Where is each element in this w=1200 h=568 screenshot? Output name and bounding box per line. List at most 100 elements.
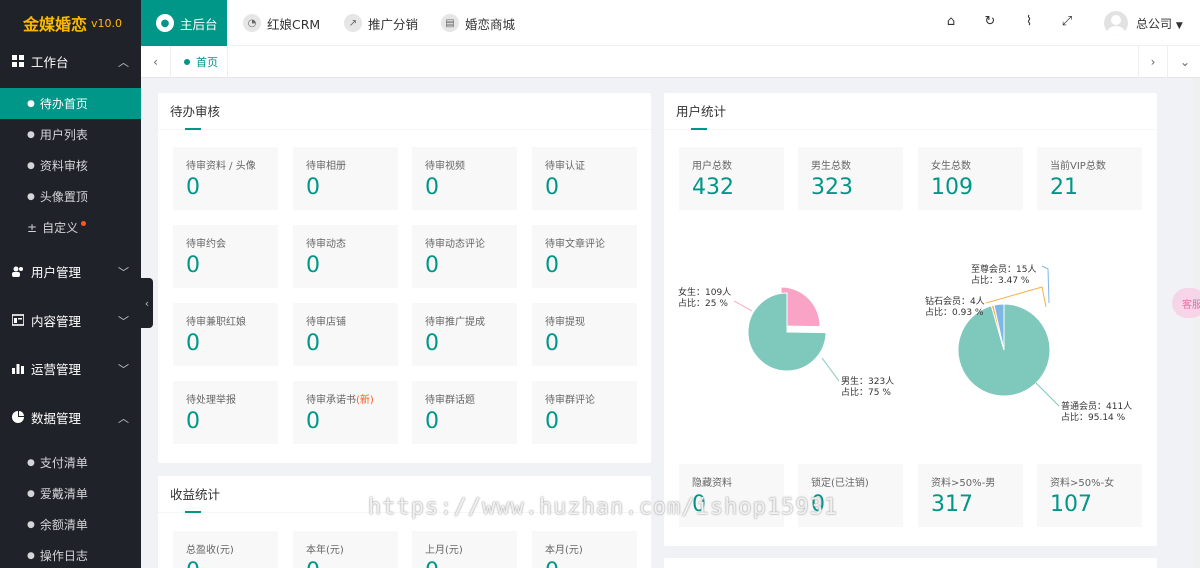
stat-label: 待审动态评论	[425, 235, 485, 250]
stat-tile[interactable]: 隐藏资料 0	[679, 464, 784, 527]
menu-group-workbench[interactable]: 工作台 ︿	[0, 46, 141, 76]
menu-group-user-management[interactable]: 用户管理 ﹀	[0, 256, 141, 286]
stat-value: 0	[186, 175, 200, 200]
stat-label-text: 待审视频	[425, 161, 465, 172]
card-title: 用户统计	[664, 93, 1157, 130]
stat-label: 待审提现	[545, 313, 585, 328]
sidebar-item-custom[interactable]: ± 自定义	[0, 212, 141, 243]
stat-tile[interactable]: 总盈收(元) 0	[173, 531, 278, 568]
bullet-icon: ●	[27, 191, 35, 202]
stat-tile[interactable]: 待审约会 0	[173, 225, 278, 288]
stat-tile[interactable]: 资料>50%-女 107	[1037, 464, 1142, 527]
stat-tile[interactable]: 待审店铺 0	[293, 303, 398, 366]
stat-tile[interactable]: 当前VIP总数 21	[1037, 147, 1142, 210]
user-menu[interactable]: 总公司 ▼	[1136, 15, 1183, 32]
stat-label-text: 待审认证	[545, 161, 585, 172]
stat-label: 锁定(已注销)	[811, 474, 869, 489]
stat-tile[interactable]: 待审相册 0	[293, 147, 398, 210]
bullet-icon: ●	[27, 550, 35, 561]
stat-tile[interactable]: 用户总数 432	[679, 147, 784, 210]
stat-label: 待审动态	[306, 235, 346, 250]
bullet-icon: ●	[27, 519, 35, 530]
menu-group-label: 工作台	[31, 54, 69, 70]
menu-group-content-management[interactable]: 内容管理 ﹀	[0, 305, 141, 335]
stat-label-text: 待审资料 / 头像	[186, 161, 256, 172]
pie-share-label: 占比：25 %	[678, 297, 728, 309]
stat-tile[interactable]: 本月(元) 0	[532, 531, 637, 568]
tab-promotion-distribution[interactable]: ↗ 推广分销	[344, 0, 418, 46]
stat-tile[interactable]: 待处理举报 0	[173, 381, 278, 444]
tab-marriage-mall[interactable]: ▤ 婚恋商城	[441, 0, 515, 46]
stat-value: 0	[425, 559, 439, 568]
stat-tile[interactable]: 待审群话题 0	[412, 381, 517, 444]
stat-tile[interactable]: 待审文章评论 0	[532, 225, 637, 288]
stat-label: 待审相册	[306, 157, 346, 172]
clear-cache-icon[interactable]: ⌇	[1021, 14, 1037, 30]
stat-tile[interactable]: 锁定(已注销) 0	[798, 464, 903, 527]
stat-tile[interactable]: 待审承诺书(新) 0	[293, 381, 398, 444]
fullscreen-icon[interactable]: ⤢	[1059, 14, 1075, 30]
stat-tile[interactable]: 待审资料 / 头像 0	[173, 147, 278, 210]
stat-tile[interactable]: 男生总数 323	[798, 147, 903, 210]
stat-value: 0	[186, 559, 200, 568]
avatar[interactable]	[1104, 11, 1128, 35]
stat-tile[interactable]: 资料>50%-男 317	[918, 464, 1023, 527]
tabs-scroll-right-button[interactable]: ›	[1138, 46, 1168, 78]
page-tab-home[interactable]: 首页	[171, 46, 228, 78]
tab-label: 推广分销	[368, 16, 419, 32]
stat-tile[interactable]: 待审视频 0	[412, 147, 517, 210]
menu-item-label: 自定义	[42, 221, 79, 235]
stat-tile[interactable]: 待审认证 0	[532, 147, 637, 210]
sidebar-item-avatar-pin[interactable]: ● 头像置顶	[0, 181, 141, 212]
sidebar-item-operation-log[interactable]: ● 操作日志	[0, 540, 141, 568]
tab-matchmaker-crm[interactable]: ◔ 红娘CRM	[243, 0, 320, 46]
headset-icon: ◔	[243, 14, 261, 32]
sidebar-item-todo-home[interactable]: ● 待办首页	[0, 88, 141, 119]
sidebar-item-profile-review[interactable]: ● 资料审核	[0, 150, 141, 181]
stat-tile[interactable]: 待审推广提成 0	[412, 303, 517, 366]
stat-value: 0	[425, 409, 439, 434]
stat-label-text: 当前VIP总数	[1050, 161, 1106, 172]
sidebar-item-love-list[interactable]: ● 爱戴清单	[0, 478, 141, 509]
page-tab-label: 首页	[196, 56, 218, 69]
page-scrollbar[interactable]	[1193, 78, 1200, 568]
menu-group-data-management[interactable]: 数据管理 ︿	[0, 402, 141, 432]
sidebar-item-payment-list[interactable]: ● 支付清单	[0, 447, 141, 478]
sidebar-item-balance-list[interactable]: ● 余额清单	[0, 509, 141, 540]
stat-tile[interactable]: 待审提现 0	[532, 303, 637, 366]
stat-tile[interactable]: 女生总数 109	[918, 147, 1023, 210]
pie-label-line	[821, 357, 840, 382]
user-circle-icon: ●	[156, 14, 174, 32]
pie-share-label: 占比：3.47 %	[971, 274, 1030, 286]
home-icon[interactable]: ⌂	[943, 14, 959, 30]
customer-service-button[interactable]: 客服	[1172, 288, 1200, 318]
stat-tile[interactable]: 待审群评论 0	[532, 381, 637, 444]
stat-value: 0	[425, 175, 439, 200]
tabs-scroll-left-button[interactable]: ‹	[141, 46, 171, 78]
stat-tile[interactable]: 待审动态 0	[293, 225, 398, 288]
stat-value: 317	[931, 492, 973, 517]
tabs-menu-button[interactable]: ⌄	[1170, 46, 1200, 78]
menu-group-operations[interactable]: 运营管理 ﹀	[0, 353, 141, 383]
sidebar-collapse-toggle[interactable]: ‹	[141, 278, 153, 328]
stat-tile[interactable]: 本年(元) 0	[293, 531, 398, 568]
stat-label-text: 待审动态评论	[425, 239, 485, 250]
tab-main-backend[interactable]: ● 主后台	[141, 0, 227, 46]
refresh-icon[interactable]: ↻	[982, 14, 998, 30]
stat-label-text: 待处理举报	[186, 395, 236, 406]
menu-item-label: 头像置顶	[39, 190, 88, 204]
revenue-card: 收益统计 总盈收(元) 0 本年(元) 0 上月(元) 0 本月(元) 0	[158, 476, 651, 568]
stat-value: 0	[692, 492, 706, 517]
sidebar-item-user-list[interactable]: ● 用户列表	[0, 119, 141, 150]
app-logo[interactable]: 金媒婚恋 v10.0	[0, 0, 141, 46]
pie-label-line	[733, 300, 753, 312]
stat-label-text: 待审约会	[186, 239, 226, 250]
stat-label: 本年(元)	[306, 541, 344, 556]
stat-tile[interactable]: 待审动态评论 0	[412, 225, 517, 288]
stat-value: 0	[425, 253, 439, 278]
stat-value: 0	[306, 559, 320, 568]
stat-value: 0	[306, 331, 320, 356]
stat-tile[interactable]: 上月(元) 0	[412, 531, 517, 568]
stat-tile[interactable]: 待审兼职红娘 0	[173, 303, 278, 366]
stat-label: 待审承诺书(新)	[306, 391, 374, 406]
